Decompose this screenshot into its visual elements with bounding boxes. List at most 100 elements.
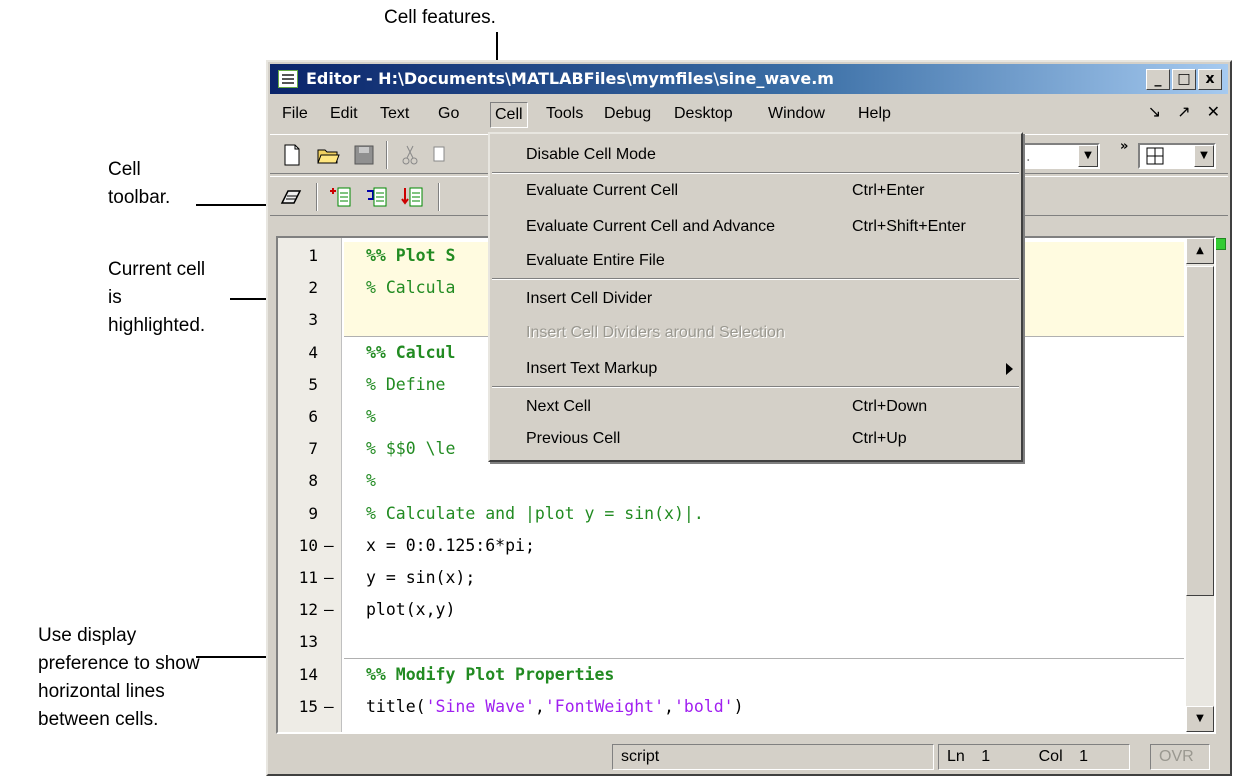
dock-arrow-icon[interactable]: ↗ xyxy=(1177,102,1190,122)
scroll-up-button[interactable]: ▲ xyxy=(1186,238,1214,264)
layout-combo[interactable]: ▼ xyxy=(1138,143,1216,169)
line-number: 12 xyxy=(298,600,318,620)
code-line: title('Sine Wave','FontWeight','bold') xyxy=(366,697,744,717)
status-bar: script Ln 1 Col 1 OVR xyxy=(270,738,1228,772)
menu-shortcut: Ctrl+Up xyxy=(852,430,907,447)
code-line: % xyxy=(366,471,376,491)
menu-go[interactable]: Go xyxy=(434,102,463,128)
menu-item-disable-cell-mode[interactable]: Disable Cell Mode xyxy=(526,142,656,168)
col-value: 1 xyxy=(1079,748,1088,765)
chevron-down-icon[interactable]: ▼ xyxy=(1078,145,1098,167)
scroll-thumb[interactable] xyxy=(1186,266,1214,596)
open-folder-icon[interactable] xyxy=(316,143,340,167)
cell-menu-dropdown: Disable Cell Mode Evaluate Current Cell … xyxy=(488,132,1023,462)
menu-item-evaluate-entire-file[interactable]: Evaluate Entire File xyxy=(526,248,665,274)
insert-cell-divider-icon[interactable] xyxy=(328,185,352,209)
cell-eraser-icon[interactable] xyxy=(278,185,302,209)
code-token: 'bold' xyxy=(673,696,734,716)
layout-grid-icon xyxy=(1146,147,1164,165)
callout-cell-features: Cell features. xyxy=(384,7,496,28)
vertical-scrollbar[interactable]: ▲ ▼ xyxy=(1186,238,1214,732)
menu-shortcut: Ctrl+Enter xyxy=(852,182,925,199)
code-line: % Calculate and |plot y = sin(x)|. xyxy=(366,503,704,523)
callout-line: preference to show xyxy=(38,653,200,674)
minimize-button[interactable]: _ xyxy=(1146,69,1170,90)
code-line: % Define xyxy=(366,374,456,394)
menu-item-insert-dividers-around-selection: Insert Cell Dividers around Selection xyxy=(526,324,785,341)
callout-line: Cell xyxy=(108,159,141,180)
chevron-down-icon[interactable]: ▼ xyxy=(1194,145,1214,167)
menu-item-evaluate-current-cell[interactable]: Evaluate Current Cell xyxy=(526,178,678,204)
evaluate-advance-icon[interactable] xyxy=(400,185,424,209)
menu-item-evaluate-and-advance[interactable]: Evaluate Current Cell and Advance xyxy=(526,214,775,240)
line-number: 7 xyxy=(308,439,318,459)
code-line: % $$0 \le xyxy=(366,439,456,459)
code-line: x = 0:0.125:6*pi; xyxy=(366,535,535,555)
code-token: 'FontWeight' xyxy=(544,696,665,716)
save-icon[interactable] xyxy=(352,143,376,167)
line-number: 6 xyxy=(308,407,318,426)
menu-edit[interactable]: Edit xyxy=(326,102,362,128)
menu-item-insert-cell-divider[interactable]: Insert Cell Divider xyxy=(526,286,652,312)
code-line: %% Plot S xyxy=(366,246,456,265)
menu-debug[interactable]: Debug xyxy=(600,102,655,128)
menu-desktop[interactable]: Desktop xyxy=(670,102,737,128)
submenu-arrow-icon xyxy=(1006,363,1013,375)
line-number: 11 xyxy=(298,568,318,587)
code-token: , xyxy=(534,696,545,716)
line-number: 5 xyxy=(308,374,318,394)
toolbar-separator xyxy=(386,141,388,169)
ln-label: Ln xyxy=(947,748,965,765)
code-token: , xyxy=(664,696,674,716)
menu-cell[interactable]: Cell xyxy=(490,102,528,128)
menu-text[interactable]: Text xyxy=(376,102,413,128)
executable-line-marker: – xyxy=(324,600,334,620)
menu-file[interactable]: File xyxy=(278,102,312,128)
line-number: 14 xyxy=(298,664,318,684)
menu-item-insert-text-markup[interactable]: Insert Text Markup xyxy=(526,356,657,382)
callout-line: Current cell xyxy=(108,259,206,280)
title-bar[interactable]: Editor - H:\Documents\MATLABFiles\mymfil… xyxy=(270,64,1228,94)
executable-line-marker: – xyxy=(324,696,334,716)
line-number: 4 xyxy=(308,342,318,362)
menu-bar: File Edit Text Go Cell Tools Debug Deskt… xyxy=(270,96,1228,132)
menu-item-next-cell[interactable]: Next Cell xyxy=(526,394,591,420)
new-file-icon[interactable] xyxy=(280,143,304,167)
code-line: plot(x,y) xyxy=(366,600,456,620)
executable-line-marker: – xyxy=(324,568,334,587)
status-ovr: OVR xyxy=(1150,744,1210,770)
callout-line: Use display xyxy=(38,625,137,646)
menu-tools[interactable]: Tools xyxy=(542,102,587,128)
callout-display-preference: Use display preference to show horizonta… xyxy=(38,622,200,734)
overflow-chevron-icon[interactable]: » xyxy=(1120,139,1128,154)
editor-app-icon xyxy=(278,70,298,88)
code-token: 'Sine Wave' xyxy=(425,696,535,716)
code-line: y = sin(x); xyxy=(366,568,476,587)
scroll-down-button[interactable]: ▼ xyxy=(1186,706,1214,732)
code-line: %% Calcul xyxy=(366,342,456,362)
window-controls: _ □ x xyxy=(1146,69,1222,90)
code-line: % xyxy=(366,407,376,426)
callout-line: between cells. xyxy=(38,709,159,730)
close-button[interactable]: x xyxy=(1198,69,1222,90)
code-token: ) xyxy=(733,696,744,716)
menu-window[interactable]: Window xyxy=(764,102,829,128)
code-token: title( xyxy=(366,696,426,716)
menu-separator xyxy=(492,172,1019,174)
undock-arrow-icon[interactable]: ↘ xyxy=(1148,102,1161,122)
window-title: Editor - H:\Documents\MATLABFiles\mymfil… xyxy=(306,69,834,88)
menu-item-previous-cell[interactable]: Previous Cell xyxy=(526,426,620,452)
cut-icon[interactable] xyxy=(398,143,422,167)
col-label: Col xyxy=(1038,748,1063,765)
menu-help[interactable]: Help xyxy=(854,102,895,128)
status-mode: script xyxy=(612,744,934,770)
close-document-icon[interactable]: ✕ xyxy=(1207,102,1220,122)
evaluate-cell-icon[interactable] xyxy=(364,185,388,209)
toolbar-separator xyxy=(316,183,318,211)
callout-cell-toolbar: Cell toolbar. xyxy=(108,156,170,212)
copy-icon[interactable] xyxy=(430,143,454,167)
menu-shortcut: Ctrl+Down xyxy=(852,398,928,415)
executable-line-marker: – xyxy=(324,535,334,555)
line-number: 9 xyxy=(308,503,318,523)
maximize-button[interactable]: □ xyxy=(1172,69,1196,90)
